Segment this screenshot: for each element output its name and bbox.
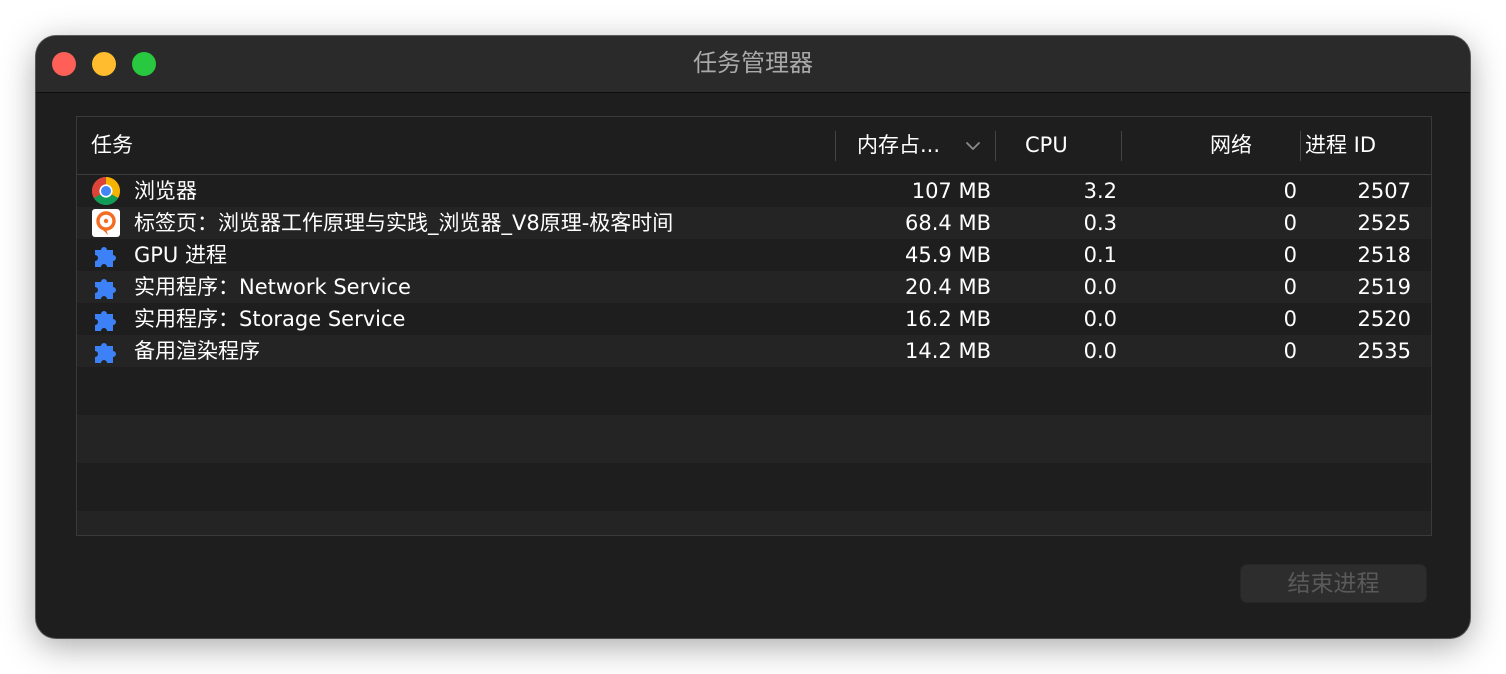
pid-value: 2535 bbox=[1357, 339, 1411, 363]
puzzle-icon bbox=[95, 247, 116, 267]
table-header: 任务 内存占... CPU 网络 进程 ID bbox=[77, 117, 1431, 175]
task-name: 标签页：浏览器工作原理与实践_浏览器_V8原理-极客时间 bbox=[134, 211, 674, 235]
table-row[interactable]: 标签页：浏览器工作原理与实践_浏览器_V8原理-极客时间 68.4 MB 0.3… bbox=[77, 207, 1431, 239]
task-name: 浏览器 bbox=[134, 179, 197, 203]
pid-value: 2507 bbox=[1357, 179, 1411, 203]
column-header-pid[interactable]: 进程 ID bbox=[1305, 117, 1376, 174]
column-divider[interactable] bbox=[835, 131, 836, 161]
memory-value: 107 MB bbox=[911, 179, 991, 203]
network-value: 0 bbox=[1283, 243, 1297, 267]
puzzle-icon bbox=[95, 311, 116, 331]
table-row[interactable]: 浏览器 107 MB 3.2 0 2507 bbox=[77, 175, 1431, 207]
cpu-value: 0.1 bbox=[1083, 243, 1117, 267]
task-name: 实用程序：Storage Service bbox=[134, 307, 406, 331]
pid-value: 2519 bbox=[1357, 275, 1411, 299]
empty-row bbox=[77, 511, 1431, 535]
table-row[interactable]: 实用程序：Network Service 20.4 MB 0.0 0 2519 bbox=[77, 271, 1431, 303]
memory-value: 20.4 MB bbox=[905, 275, 991, 299]
column-header-network[interactable]: 网络 bbox=[1177, 117, 1252, 174]
chrome-icon bbox=[92, 177, 120, 205]
chevron-down-icon[interactable] bbox=[965, 141, 981, 151]
end-process-button[interactable]: 结束进程 bbox=[1240, 564, 1427, 603]
task-table: 任务 内存占... CPU 网络 进程 ID 浏览器 107 MB 3.2 0 … bbox=[76, 116, 1432, 536]
empty-row bbox=[77, 463, 1431, 511]
memory-value: 16.2 MB bbox=[905, 307, 991, 331]
cpu-value: 0.3 bbox=[1083, 211, 1117, 235]
memory-value: 14.2 MB bbox=[905, 339, 991, 363]
pid-value: 2518 bbox=[1357, 243, 1411, 267]
column-header-cpu[interactable]: CPU bbox=[1025, 117, 1068, 174]
table-row[interactable]: 实用程序：Storage Service 16.2 MB 0.0 0 2520 bbox=[77, 303, 1431, 335]
cpu-value: 0.0 bbox=[1083, 339, 1117, 363]
geektime-icon bbox=[92, 209, 120, 237]
empty-row bbox=[77, 415, 1431, 463]
column-divider[interactable] bbox=[995, 131, 996, 161]
network-value: 0 bbox=[1283, 307, 1297, 331]
task-manager-window: 任务管理器 任务 内存占... CPU 网络 进程 ID 浏览器 107 MB … bbox=[36, 36, 1470, 638]
task-name: 备用渲染程序 bbox=[134, 339, 260, 363]
cpu-value: 0.0 bbox=[1083, 275, 1117, 299]
column-divider[interactable] bbox=[1300, 131, 1301, 161]
network-value: 0 bbox=[1283, 275, 1297, 299]
title-bar[interactable]: 任务管理器 bbox=[36, 36, 1470, 93]
puzzle-icon bbox=[95, 343, 116, 363]
puzzle-icon bbox=[95, 279, 116, 299]
memory-value: 45.9 MB bbox=[905, 243, 991, 267]
table-row[interactable]: 备用渲染程序 14.2 MB 0.0 0 2535 bbox=[77, 335, 1431, 367]
table-row[interactable]: GPU 进程 45.9 MB 0.1 0 2518 bbox=[77, 239, 1431, 271]
cpu-value: 3.2 bbox=[1083, 179, 1117, 203]
column-header-task[interactable]: 任务 bbox=[91, 117, 133, 174]
pid-value: 2520 bbox=[1357, 307, 1411, 331]
empty-row bbox=[77, 367, 1431, 415]
pid-value: 2525 bbox=[1357, 211, 1411, 235]
cpu-value: 0.0 bbox=[1083, 307, 1117, 331]
network-value: 0 bbox=[1283, 179, 1297, 203]
task-name: GPU 进程 bbox=[134, 243, 227, 267]
network-value: 0 bbox=[1283, 339, 1297, 363]
column-divider[interactable] bbox=[1121, 131, 1122, 161]
column-header-memory[interactable]: 内存占... bbox=[857, 117, 957, 174]
task-name: 实用程序：Network Service bbox=[134, 275, 411, 299]
memory-value: 68.4 MB bbox=[905, 211, 991, 235]
window-title: 任务管理器 bbox=[693, 49, 813, 77]
network-value: 0 bbox=[1283, 211, 1297, 235]
